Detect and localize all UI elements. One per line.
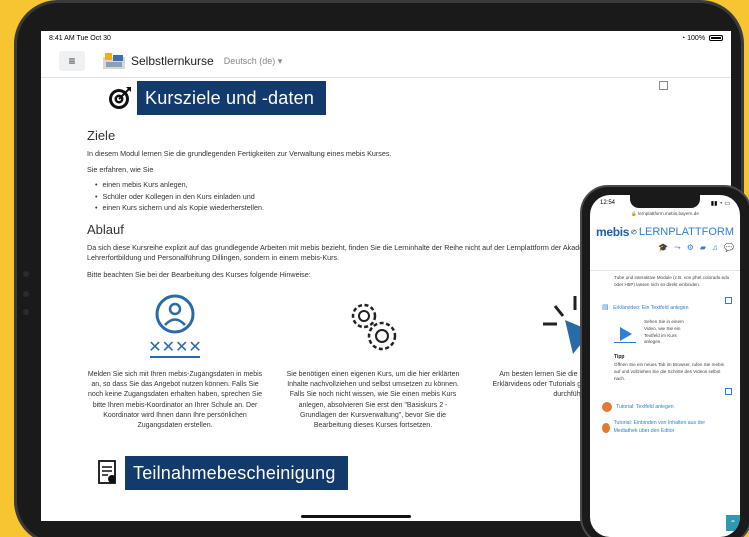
header-icon-bar: 🎓 ⤳ ⚙ ▰ ♫ 💬 <box>596 243 734 253</box>
phone-device: 12:54 ▮▮ ◔ ▭ 🔒 lernplattform.mebis.bayer… <box>580 185 749 537</box>
address-bar[interactable]: 🔒 lernplattform.mebis.bayern.de <box>590 211 740 221</box>
checkbox-row <box>602 382 732 396</box>
status-bar: 8:41 AM Tue Oct 30 ◔ 100% <box>41 31 731 45</box>
hint-column: ✕✕✕✕ Melden Sie sich mit Ihren mebis-Zug… <box>85 290 265 431</box>
video-description: Sehen Sie in einem Video, wie Sie ein Te… <box>602 319 730 348</box>
banner-title: Teilnahmebescheinigung <box>133 462 336 483</box>
ziele-lead: Sie erfahren, wie Sie <box>87 164 154 174</box>
phone-signal-icons: ▮▮ ◔ ▭ <box>710 200 730 207</box>
activity-video: ▤ Erklärvideo: Ein Textfeld anlegen <box>602 296 732 314</box>
section-banner: Kursziele und -daten <box>103 81 327 115</box>
lock-icon: 🔒 <box>631 211 637 216</box>
tutorial-item[interactable]: Tutorial: Textfeld anlegen <box>602 402 730 413</box>
mebis-logo[interactable]: mebis LERNPLATTFORM <box>596 225 734 239</box>
tutorial-link[interactable]: Tutorial: Einbinden von Inhalten aus der… <box>614 420 730 435</box>
certificate-icon <box>91 456 125 490</box>
site-title[interactable]: Selbstlernkurse <box>131 54 214 68</box>
chevron-down-icon: ▾ <box>277 55 283 66</box>
folder-icon[interactable]: ▰ <box>700 243 706 253</box>
target-icon <box>103 81 137 115</box>
tablet-sensor <box>23 291 29 297</box>
language-label: Deutsch (de) <box>223 55 276 66</box>
tutorial-item[interactable]: Tutorial: Einbinden von Inhalten aus der… <box>602 420 730 435</box>
tipp-text: Öffnen Sie ein neues Tab im Browser, ruf… <box>614 362 724 381</box>
section-banner: Teilnahmebescheinigung <box>91 456 348 490</box>
top-navbar: ≡ Selbstlernkurse Deutsch (de) ▾ <box>41 45 731 78</box>
tutorial-icon <box>602 422 610 433</box>
gear-icon[interactable]: ⚙ <box>687 243 694 253</box>
battery-icon <box>709 34 723 41</box>
hint-text: Sie benötigen einen eigenen Kurs, um die… <box>286 371 460 429</box>
phone-header: mebis LERNPLATTFORM 🎓 ⤳ ⚙ ▰ ♫ 💬 <box>590 221 740 271</box>
intro-text: Tube und interaktive Module (z.B. von ph… <box>614 275 730 287</box>
scroll-to-top-button[interactable]: ⌃ <box>726 515 740 531</box>
language-select[interactable]: Deutsch (de) ▾ <box>224 56 283 67</box>
status-time: 8:41 AM Tue Oct 30 <box>49 34 111 42</box>
share-icon[interactable]: ⤳ <box>674 243 680 253</box>
battery-percent: 100% <box>687 34 706 42</box>
video-text: Sehen Sie in einem Video, wie Sie ein Te… <box>644 319 684 345</box>
play-video-icon <box>614 325 636 348</box>
user-password-icon: ✕✕✕✕ <box>85 290 265 360</box>
video-link[interactable]: Erklärvideo: Ein Textfeld anlegen <box>613 305 688 311</box>
hint-column: Sie benötigen einen eigenen Kurs, um die… <box>283 290 463 431</box>
bell-icon[interactable]: ♫ <box>712 243 718 253</box>
ziele-intro: In diesem Modul lernen Sie die grundlege… <box>87 149 392 158</box>
ablauf-text: Da sich diese Kursreihe explizit auf das… <box>87 242 606 262</box>
completion-checkbox[interactable] <box>725 297 732 305</box>
url-text: lernplattform.mebis.bayern.de <box>638 211 699 216</box>
tipp-label: Tipp <box>614 354 625 361</box>
tablet-sensor <box>23 309 29 315</box>
home-indicator[interactable] <box>301 515 411 518</box>
status-right: ◔ 100% <box>681 35 723 42</box>
completion-checkbox[interactable] <box>725 388 732 396</box>
course-logo[interactable] <box>103 53 125 69</box>
hamburger-icon[interactable]: ≡ <box>59 51 85 71</box>
tablet-sensor <box>23 271 29 277</box>
logo-brand: mebis <box>596 225 630 239</box>
chevron-up-icon: ⌃ <box>729 518 737 528</box>
tutorial-link[interactable]: Tutorial: Textfeld anlegen <box>616 404 674 411</box>
logo-product: LERNPLATTFORM <box>638 226 734 238</box>
phone-screen: 12:54 ▮▮ ◔ ▭ 🔒 lernplattform.mebis.bayer… <box>590 195 740 537</box>
tutorial-icon <box>602 402 612 413</box>
logo-swirl-icon <box>631 229 637 235</box>
completion-checkbox[interactable] <box>659 81 668 90</box>
phone-content: Tube und interaktive Module (z.B. von ph… <box>590 271 740 435</box>
chat-icon[interactable]: 💬 <box>724 243 734 253</box>
wifi-icon: ◔ <box>680 34 686 42</box>
file-icon: ▤ <box>602 304 609 312</box>
graduation-cap-icon[interactable]: 🎓 <box>658 243 668 253</box>
phone-status-time: 12:54 <box>600 200 616 206</box>
ziele-heading: Ziele <box>87 128 116 143</box>
hint-text: Melden Sie sich mit Ihren mebis-Zugangsd… <box>87 371 263 429</box>
svg-text:✕✕✕✕: ✕✕✕✕ <box>148 337 202 356</box>
phone-notch <box>630 195 700 208</box>
gears-icon <box>283 290 463 360</box>
banner-title: Kursziele und -daten <box>145 87 315 108</box>
